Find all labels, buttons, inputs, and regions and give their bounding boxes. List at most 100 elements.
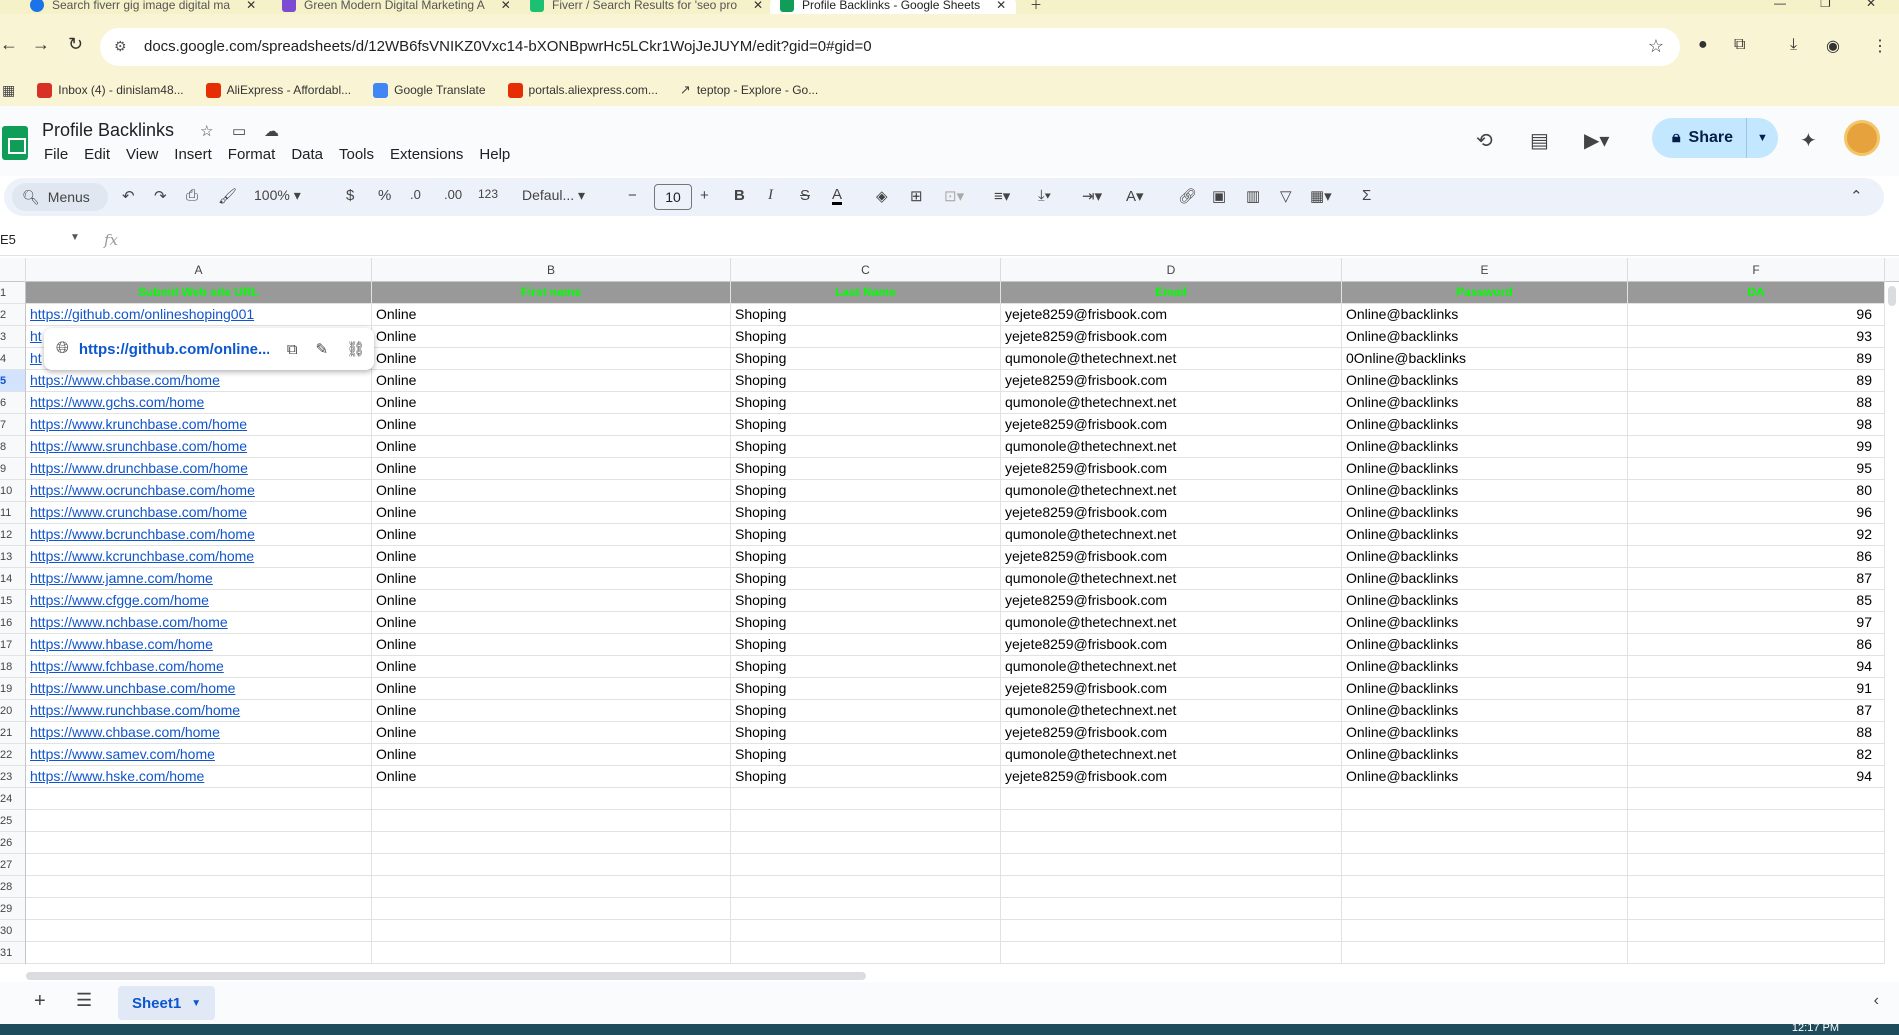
table-cell[interactable]: Shoping — [731, 414, 1001, 436]
header-cell[interactable]: DA — [1628, 282, 1885, 304]
table-cell[interactable]: Shoping — [731, 348, 1001, 370]
table-cell[interactable]: qumonole@thetechnext.net — [1001, 612, 1342, 634]
bookmark-item[interactable]: Google Translate — [373, 82, 486, 98]
select-all-corner[interactable] — [0, 258, 26, 282]
close-icon[interactable]: ✕ — [246, 0, 256, 12]
table-cell[interactable]: Online@backlinks — [1342, 634, 1628, 656]
empty-cell[interactable] — [1628, 788, 1885, 810]
paint-format-icon[interactable]: 🖌︎ — [218, 187, 237, 205]
table-cell[interactable]: qumonole@thetechnext.net — [1001, 436, 1342, 458]
text-rotation-icon[interactable]: A▾ — [1126, 187, 1144, 205]
row-header[interactable]: 12 — [0, 524, 25, 546]
url-cell[interactable]: https://www.chbase.com/home — [26, 370, 372, 392]
browser-menu-icon[interactable]: ⋮ — [1872, 36, 1888, 56]
url-cell[interactable]: https://www.fchbase.com/home — [26, 656, 372, 678]
row-header[interactable]: 31 — [0, 942, 25, 964]
empty-cell[interactable] — [1001, 876, 1342, 898]
browser-tab[interactable]: Fiverr / Search Results for 'seo pro ✕ — [530, 0, 763, 14]
table-cell[interactable]: Online — [372, 326, 731, 348]
edit-link-icon[interactable]: ✎ — [316, 340, 329, 358]
table-cell[interactable]: Online — [372, 678, 731, 700]
empty-cell[interactable] — [731, 832, 1001, 854]
version-history-icon[interactable]: ⟲ — [1476, 128, 1493, 153]
row-header[interactable]: 15 — [0, 590, 25, 612]
table-cell[interactable]: Online@backlinks — [1342, 414, 1628, 436]
apps-grid-icon[interactable]: ▦ — [2, 82, 15, 99]
menu-help[interactable]: Help — [479, 146, 510, 163]
empty-cell[interactable] — [731, 898, 1001, 920]
table-cell[interactable]: Shoping — [731, 656, 1001, 678]
extension-icon[interactable]: ● — [1698, 36, 1708, 54]
table-cell[interactable]: yejete8259@frisbook.com — [1001, 326, 1342, 348]
table-cell[interactable]: Online@backlinks — [1342, 656, 1628, 678]
star-icon[interactable]: ☆ — [200, 122, 213, 140]
decrease-font-size-icon[interactable]: − — [628, 187, 637, 204]
table-cell[interactable]: Online@backlinks — [1342, 590, 1628, 612]
table-cell[interactable]: Online@backlinks — [1342, 370, 1628, 392]
close-icon[interactable]: ✕ — [501, 0, 511, 12]
column-header[interactable]: F — [1628, 258, 1885, 282]
row-header[interactable]: 1 — [0, 282, 25, 304]
column-header[interactable]: B — [372, 258, 731, 282]
da-cell[interactable]: 93 — [1628, 326, 1885, 348]
increase-font-size-icon[interactable]: + — [700, 187, 709, 204]
horizontal-align-icon[interactable]: ≡▾ — [994, 187, 1010, 205]
meet-icon[interactable]: ▶▾ — [1584, 128, 1609, 153]
url-cell[interactable]: https://www.gchs.com/home — [26, 392, 372, 414]
all-sheets-icon[interactable]: ☰ — [76, 990, 92, 1011]
bold-icon[interactable]: B — [734, 187, 745, 204]
add-sheet-icon[interactable]: + — [34, 990, 46, 1013]
header-cell[interactable]: Password — [1342, 282, 1628, 304]
url-cell[interactable]: https://www.jamne.com/home — [26, 568, 372, 590]
table-cell[interactable]: Shoping — [731, 524, 1001, 546]
table-cell[interactable]: qumonole@thetechnext.net — [1001, 568, 1342, 590]
collapse-toolbar-icon[interactable]: ⌃ — [1850, 187, 1863, 205]
table-cell[interactable]: yejete8259@frisbook.com — [1001, 546, 1342, 568]
filter-icon[interactable]: ▽ — [1280, 187, 1292, 205]
empty-cell[interactable] — [372, 788, 731, 810]
row-header[interactable]: 30 — [0, 920, 25, 942]
column-header[interactable]: E — [1342, 258, 1628, 282]
da-cell[interactable]: 96 — [1628, 304, 1885, 326]
gemini-icon[interactable]: ✦ — [1800, 128, 1817, 153]
vertical-scrollbar[interactable] — [1888, 286, 1896, 306]
url-cell[interactable]: https://www.kcrunchbase.com/home — [26, 546, 372, 568]
table-cell[interactable]: Shoping — [731, 480, 1001, 502]
text-color-icon[interactable]: A — [832, 187, 843, 205]
row-header[interactable]: 24 — [0, 788, 25, 810]
table-cell[interactable]: Online — [372, 656, 731, 678]
remove-link-icon[interactable]: ⛓︎ — [346, 340, 365, 358]
da-cell[interactable]: 87 — [1628, 700, 1885, 722]
da-cell[interactable]: 94 — [1628, 766, 1885, 788]
column-header[interactable]: D — [1001, 258, 1342, 282]
bookmark-item[interactable]: Inbox (4) - dinislam48... — [37, 82, 184, 98]
url-cell[interactable]: https://www.crunchbase.com/home — [26, 502, 372, 524]
empty-cell[interactable] — [1628, 876, 1885, 898]
table-cell[interactable]: yejete8259@frisbook.com — [1001, 502, 1342, 524]
url-cell[interactable]: https://www.hbase.com/home — [26, 634, 372, 656]
borders-icon[interactable]: ⊞ — [910, 187, 923, 205]
text-wrapping-icon[interactable]: ⇥▾ — [1082, 187, 1102, 205]
close-icon[interactable]: ✕ — [996, 0, 1006, 12]
url-bar[interactable]: ⚙ docs.google.com/spreadsheets/d/12WB6fs… — [100, 28, 1680, 66]
table-cell[interactable]: Online@backlinks — [1342, 612, 1628, 634]
url-cell[interactable]: https://www.srunchbase.com/home — [26, 436, 372, 458]
row-header[interactable]: 29 — [0, 898, 25, 920]
row-header[interactable]: 10 — [0, 480, 25, 502]
url-cell[interactable]: https://www.nchbase.com/home — [26, 612, 372, 634]
da-cell[interactable]: 82 — [1628, 744, 1885, 766]
table-cell[interactable]: Online — [372, 458, 731, 480]
empty-cell[interactable] — [372, 810, 731, 832]
da-cell[interactable]: 98 — [1628, 414, 1885, 436]
minimize-icon[interactable]: — — [1774, 0, 1786, 10]
currency-format-button[interactable]: $ — [346, 187, 354, 204]
table-cell[interactable]: Online@backlinks — [1342, 304, 1628, 326]
bookmark-star-icon[interactable]: ☆ — [1648, 36, 1664, 57]
table-cell[interactable]: yejete8259@frisbook.com — [1001, 590, 1342, 612]
header-cell[interactable]: Submit Web site URL — [26, 282, 372, 304]
menu-extensions[interactable]: Extensions — [390, 146, 463, 163]
empty-cell[interactable] — [1342, 898, 1628, 920]
close-icon[interactable]: ✕ — [753, 0, 763, 12]
empty-cell[interactable] — [731, 920, 1001, 942]
row-header[interactable]: 11 — [0, 502, 25, 524]
